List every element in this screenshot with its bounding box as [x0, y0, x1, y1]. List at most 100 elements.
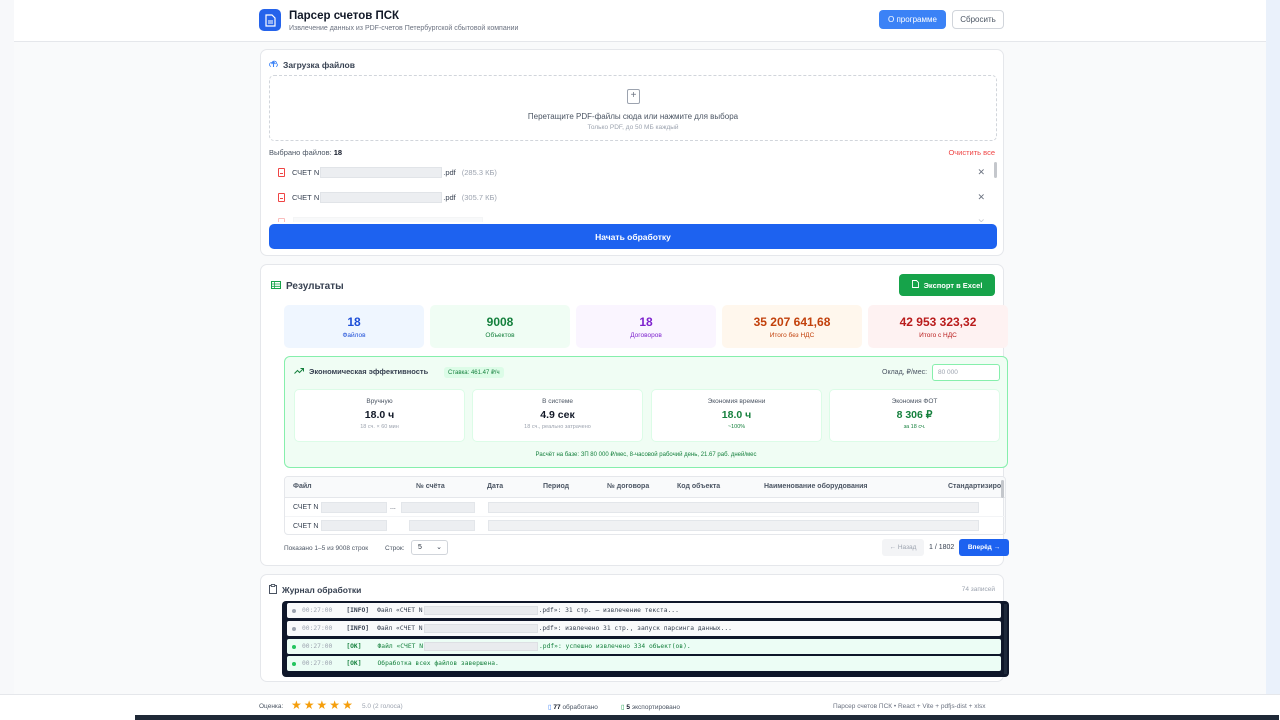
log-scrollbar[interactable]: [1004, 604, 1007, 674]
log-message-end: .pdf»: успешно извлечено 334 объект(ов).: [539, 643, 691, 650]
file-list[interactable]: СЧЕТ N .pdf (285.3 КБ) ✕ СЧЕТ N .pdf (30…: [269, 160, 997, 222]
column-header[interactable]: Наименование оборудования: [764, 483, 868, 490]
stat-value: 9008: [486, 315, 514, 329]
next-page-button[interactable]: Вперёд →: [959, 539, 1009, 556]
redacted-filename: [423, 606, 538, 615]
stat-contracts: 18 Договоров: [576, 305, 716, 348]
salary-label: Оклад, ₽/мес:: [882, 369, 928, 376]
star-icon[interactable]: ★: [329, 699, 340, 711]
results-table[interactable]: Файл № счёта Дата Период № договора Код …: [284, 476, 1006, 535]
economy-system: В системе 4.9 сек 18 сч., реально затрач…: [472, 389, 643, 442]
start-processing-button[interactable]: Начать обработку: [269, 224, 997, 249]
star-icon[interactable]: ★: [342, 699, 353, 711]
app-shell: Парсер счетов ПСК Извлечение данных из P…: [14, 0, 1266, 694]
stat-total-vat: 42 953 323,32 Итого с НДС: [868, 305, 1008, 348]
table-scrollbar[interactable]: [1001, 480, 1004, 498]
pdf-file-icon: [278, 168, 285, 177]
remove-file-icon[interactable]: ✕: [977, 167, 985, 178]
star-icon[interactable]: ★: [291, 699, 302, 711]
file-item: СЧЕТ N .pdf (305.7 КБ) ✕: [269, 185, 997, 210]
log-entry-count: 74 записей: [961, 586, 995, 593]
column-header[interactable]: Код объекта: [677, 483, 720, 490]
file-size: (305.7 КБ): [461, 193, 497, 202]
economy-box-title: Экономия ФОТ: [891, 398, 938, 405]
column-header[interactable]: № договора: [607, 483, 649, 490]
log-title: Журнал обработки: [269, 584, 361, 596]
stat-label: Файлов: [342, 332, 366, 339]
remove-file-icon[interactable]: ✕: [977, 192, 985, 203]
processed-count: 77: [553, 704, 561, 711]
pdf-file-icon: [278, 218, 285, 222]
file-plus-icon: +: [627, 89, 640, 104]
economy-box-sub: 18 сч., реально затрачено: [524, 424, 591, 430]
table-header: Файл № счёта Дата Период № договора Код …: [285, 477, 1005, 498]
rows-per-page-select[interactable]: 5 ⌄: [411, 540, 448, 555]
table-row[interactable]: СЧЕТ N ...: [285, 498, 1005, 517]
log-message: Обработка всех файлов завершена.: [377, 660, 499, 667]
clear-all-button[interactable]: Очистить все: [948, 148, 995, 157]
table-row[interactable]: СЧЕТ N: [285, 517, 1005, 534]
remove-file-icon[interactable]: ✕: [977, 217, 985, 222]
file-item-partial: ✕: [269, 210, 997, 222]
stat-value: 18: [639, 315, 653, 329]
log-entry: 00:27:00 [OK] Файл «СЧЕТ N .pdf»: успешн…: [287, 639, 1001, 654]
hourly-rate-badge: Ставка: 461.47 ₽/ч: [444, 367, 504, 378]
economy-calculation-note: Расчёт на базе: ЗП 80 000 ₽/мес, 8-часов…: [535, 452, 757, 458]
stat-label: Итого без НДС: [769, 332, 815, 339]
log-entry: 00:27:00 [INFO] Файл «СЧЕТ N .pdf»: извл…: [287, 621, 1001, 636]
star-icon[interactable]: ★: [317, 699, 328, 711]
chevron-down-icon: ⌄: [436, 544, 442, 551]
log-console[interactable]: 00:27:00 [INFO] Файл «СЧЕТ N .pdf»: 31 с…: [282, 601, 1009, 677]
log-level-dot: [292, 608, 296, 613]
redacted-cell: [488, 520, 979, 531]
app-subtitle: Извлечение данных из PDF-счетов Петербур…: [289, 25, 519, 32]
stat-files: 18 Файлов: [284, 305, 424, 348]
exported-stat: ▯ 5 экспортировано: [621, 703, 680, 711]
log-message-start: Файл «СЧЕТ N: [377, 625, 423, 632]
results-title: Результаты: [271, 281, 344, 292]
column-header[interactable]: Стандартизиро: [948, 483, 1001, 490]
redacted-cell: [321, 502, 387, 513]
rating-stars[interactable]: ★ ★ ★ ★ ★: [291, 699, 353, 711]
reset-button[interactable]: Сбросить: [952, 10, 1004, 29]
log-time: 00:27:00: [302, 625, 333, 632]
economy-box-title: Экономия времени: [707, 398, 766, 405]
column-header[interactable]: Дата: [487, 483, 503, 490]
about-button[interactable]: О программе: [879, 10, 946, 29]
redacted-filename: [320, 192, 443, 203]
redacted-filename: [424, 642, 539, 651]
column-header[interactable]: Период: [543, 483, 569, 490]
log-message-end: .pdf»: извлечено 31 стр., запуск парсинг…: [538, 625, 732, 632]
app-header: Парсер счетов ПСК Извлечение данных из P…: [14, 0, 1266, 42]
dropzone-limits: Только PDF, до 50 МБ каждый: [587, 124, 679, 131]
footer-credit: Парсер счетов ПСК • React + Vite + pdfjs…: [833, 703, 986, 710]
clipboard-icon: [269, 584, 277, 596]
upload-title: Загрузка файлов: [269, 59, 355, 70]
log-level-dot: [292, 626, 296, 631]
column-header[interactable]: № счёта: [416, 483, 445, 490]
file-dropzone[interactable]: + Перетащите PDF-файлы сюда или нажмите …: [269, 75, 997, 141]
salary-input[interactable]: [932, 364, 1000, 381]
cell-file: СЧЕТ N: [293, 504, 319, 511]
export-excel-button[interactable]: Экспорт в Excel: [899, 274, 995, 296]
pdf-file-icon: [278, 193, 285, 202]
processed-stat: ▯ 77 обработано: [548, 703, 598, 711]
trending-up-icon: [294, 367, 304, 376]
document-icon: [259, 9, 281, 31]
prev-page-button[interactable]: ← Назад: [882, 539, 924, 556]
column-header[interactable]: Файл: [293, 483, 312, 490]
file-icon: [911, 280, 919, 290]
pagination-info: Показано 1–5 из 9008 строк: [284, 545, 369, 552]
file-list-scrollbar[interactable]: [994, 162, 997, 178]
rows-per-page-value: 5: [418, 544, 422, 551]
economy-box-sub: за 18 сч.: [903, 424, 926, 430]
log-message-start: Файл «СЧЕТ N: [377, 643, 424, 650]
economy-box-sub: ~100%: [727, 424, 746, 430]
redacted-filename: [423, 624, 538, 633]
star-icon[interactable]: ★: [304, 699, 315, 711]
stat-value: 18: [347, 315, 361, 329]
cell-ellipsis: ...: [390, 504, 396, 511]
economy-time-saved: Экономия времени 18.0 ч ~100%: [651, 389, 822, 442]
economy-box-title: Вручную: [366, 398, 393, 405]
file-size: (285.3 КБ): [461, 168, 497, 177]
